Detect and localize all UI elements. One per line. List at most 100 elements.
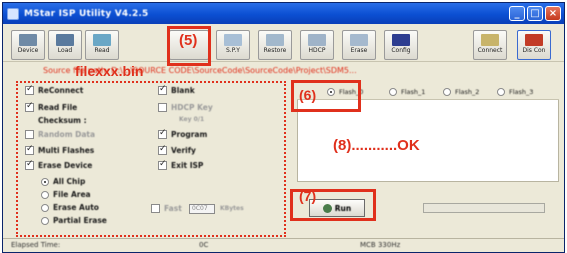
radio-label: File Area	[53, 190, 91, 199]
spy-icon	[224, 34, 242, 46]
option-label: Exit ISP	[171, 161, 204, 170]
erase-mode-partial[interactable]: Partial Erase	[41, 216, 107, 225]
checkbox[interactable]	[158, 84, 167, 95]
result-ok-label: (8)...........OK	[333, 137, 420, 154]
config-label: Config	[391, 47, 411, 54]
step5-label: (5)	[179, 32, 198, 49]
elapsed-time-label: Elapsed Time:	[11, 241, 61, 249]
device-button[interactable]: Device	[11, 30, 45, 60]
load-label: Load	[57, 47, 73, 54]
load-button[interactable]: Load	[48, 30, 82, 60]
option-label: Random Data	[38, 130, 96, 139]
elapsed-time-value: 0C	[199, 241, 209, 249]
restore-icon	[266, 34, 284, 46]
option-multi-flashes[interactable]: Multi Flashes	[25, 144, 94, 155]
radio-button[interactable]	[443, 88, 451, 96]
radio-button[interactable]	[41, 203, 49, 212]
checkbox[interactable]	[25, 159, 34, 170]
radio-button[interactable]	[41, 190, 49, 199]
radio-button[interactable]	[389, 88, 397, 96]
option-read-file[interactable]: Read File	[25, 101, 78, 112]
spy-button[interactable]: S.P.Y	[216, 30, 250, 60]
checkbox[interactable]	[25, 144, 34, 155]
radio-label: Erase Auto	[53, 203, 99, 212]
option-hdcp-key[interactable]: HDCP Key	[158, 103, 213, 112]
option-label: Blank	[171, 86, 195, 95]
unit-label: KBytes	[220, 205, 244, 212]
close-button[interactable]: ×	[545, 6, 561, 21]
option-label: Read File	[38, 103, 78, 112]
radio-label: Flash_3	[509, 88, 534, 96]
hdcp-button[interactable]: HDCP	[300, 30, 334, 60]
radio-button[interactable]	[327, 88, 335, 96]
progress-bar	[423, 203, 545, 213]
connect-label: Connect	[477, 47, 503, 54]
erase-icon	[350, 34, 368, 46]
toolbar: Device Load Read S.P.Y Restore HDCP Eras…	[3, 24, 564, 62]
flash-option-0[interactable]: Flash_0	[327, 88, 363, 96]
option-label: Program	[171, 130, 208, 139]
checkbox[interactable]	[158, 103, 167, 112]
radio-button[interactable]	[41, 216, 49, 225]
device-label: Device	[17, 47, 39, 54]
restore-button[interactable]: Restore	[258, 30, 292, 60]
checkbox[interactable]	[25, 101, 34, 112]
erase-mode-all-chip[interactable]: All Chip	[41, 177, 85, 186]
option-blank[interactable]: Blank	[158, 84, 195, 95]
run-icon	[322, 203, 332, 213]
option-erase-device[interactable]: Erase Device	[25, 159, 92, 170]
maximize-button[interactable]: □	[527, 6, 543, 21]
radio-button[interactable]	[497, 88, 505, 96]
erase-label: Erase	[350, 47, 368, 54]
erase-button[interactable]: Erase	[342, 30, 376, 60]
option-label: Key 0/1	[179, 116, 205, 123]
option-fast[interactable]: Fast	[151, 204, 182, 213]
window-controls: _ □ ×	[509, 6, 561, 21]
erase-mode-auto[interactable]: Erase Auto	[41, 203, 99, 212]
option-program[interactable]: Program	[158, 128, 208, 139]
checkbox[interactable]	[25, 130, 34, 139]
config-button[interactable]: Config	[384, 30, 418, 60]
option-random-data[interactable]: Random Data	[25, 130, 95, 139]
checkbox[interactable]	[158, 128, 167, 139]
hdcp-icon	[308, 34, 326, 46]
disconnect-button[interactable]: Dis Con	[517, 30, 551, 60]
option-reconnect[interactable]: ReConnect	[25, 84, 83, 95]
radio-label: Flash_0	[339, 88, 364, 96]
read-icon	[93, 34, 111, 46]
config-icon	[392, 34, 410, 46]
checkbox[interactable]	[158, 144, 167, 155]
connect-button[interactable]: Connect	[473, 30, 507, 60]
run-button[interactable]: Run	[309, 199, 365, 217]
fast-size-input[interactable]: 0C07	[189, 204, 215, 214]
radio-button[interactable]	[41, 177, 49, 186]
flash-option-1[interactable]: Flash_1	[389, 88, 425, 96]
key-label: Key 0/1	[179, 116, 204, 123]
read-button[interactable]: Read	[85, 30, 119, 60]
filename-label: filexxx.bin	[75, 63, 144, 79]
option-exit-isp[interactable]: Exit ISP	[158, 159, 204, 170]
flash-select-strip: Flash_0 Flash_1 Flash_2 Flash_3	[297, 84, 559, 100]
disconnect-icon	[525, 34, 543, 46]
flash-option-2[interactable]: Flash_2	[443, 88, 479, 96]
checkbox[interactable]	[158, 159, 167, 170]
connect-icon	[481, 34, 499, 46]
spy-label: S.P.Y	[226, 47, 240, 54]
isp-utility-window: MStar ISP Utility V4.2.5 _ □ × Device Lo…	[2, 2, 565, 253]
flash-panel: Flash_0 Flash_1 Flash_2 Flash_3 Run	[293, 81, 563, 239]
radio-label: Partial Erase	[53, 216, 107, 225]
erase-mode-file-area[interactable]: File Area	[41, 190, 91, 199]
speed-indicator: MCB 330Hz	[360, 241, 401, 249]
restore-label: Restore	[263, 47, 287, 54]
option-verify[interactable]: Verify	[158, 144, 196, 155]
step7-label: (7)	[299, 188, 317, 204]
minimize-button[interactable]: _	[509, 6, 525, 21]
checkbox[interactable]	[151, 204, 160, 213]
run-label: Run	[334, 203, 352, 213]
option-label: Verify	[171, 146, 196, 155]
checksum-label: Checksum :	[38, 116, 87, 125]
title-bar[interactable]: MStar ISP Utility V4.2.5 _ □ ×	[3, 3, 564, 24]
flash-option-3[interactable]: Flash_3	[497, 88, 533, 96]
checkbox[interactable]	[25, 84, 34, 95]
window-title: MStar ISP Utility V4.2.5	[24, 8, 149, 19]
